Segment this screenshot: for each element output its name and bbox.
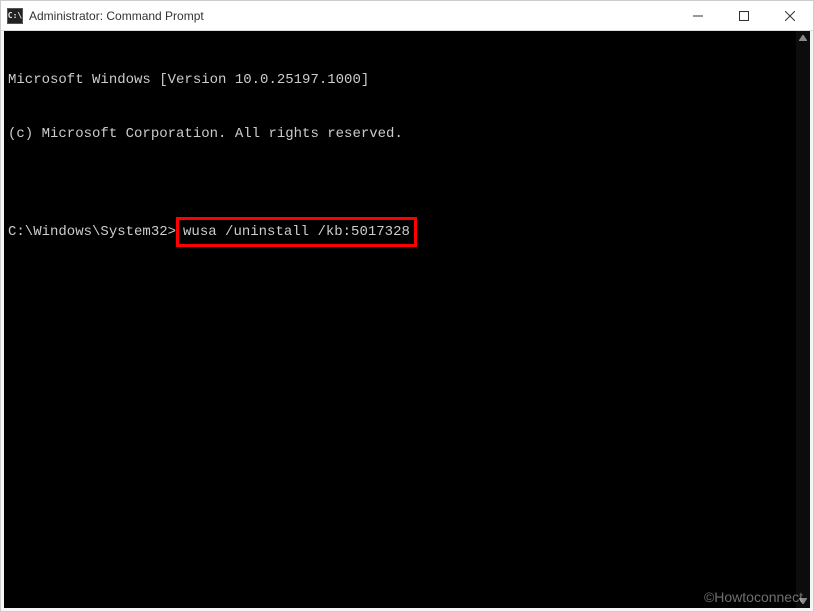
window-controls [675,1,813,30]
window-title: Administrator: Command Prompt [29,9,204,23]
cmd-icon: C:\ [7,8,23,24]
window-titlebar: C:\ Administrator: Command Prompt [1,1,813,31]
scroll-down-icon[interactable] [796,594,810,608]
close-button[interactable] [767,1,813,30]
maximize-button[interactable] [721,1,767,30]
terminal-command: wusa /uninstall /kb:5017328 [183,224,410,240]
terminal-prompt-line: C:\Windows\System32> wusa /uninstall /kb:… [8,215,806,247]
terminal-prompt: C:\Windows\System32> [8,224,176,240]
minimize-button[interactable] [675,1,721,30]
terminal-line-copyright: (c) Microsoft Corporation. All rights re… [8,125,806,143]
vertical-scrollbar[interactable] [796,31,810,608]
terminal-line-version: Microsoft Windows [Version 10.0.25197.10… [8,71,806,89]
terminal-area[interactable]: Microsoft Windows [Version 10.0.25197.10… [4,31,810,608]
scroll-up-icon[interactable] [796,31,810,45]
command-highlight: wusa /uninstall /kb:5017328 [176,217,417,247]
